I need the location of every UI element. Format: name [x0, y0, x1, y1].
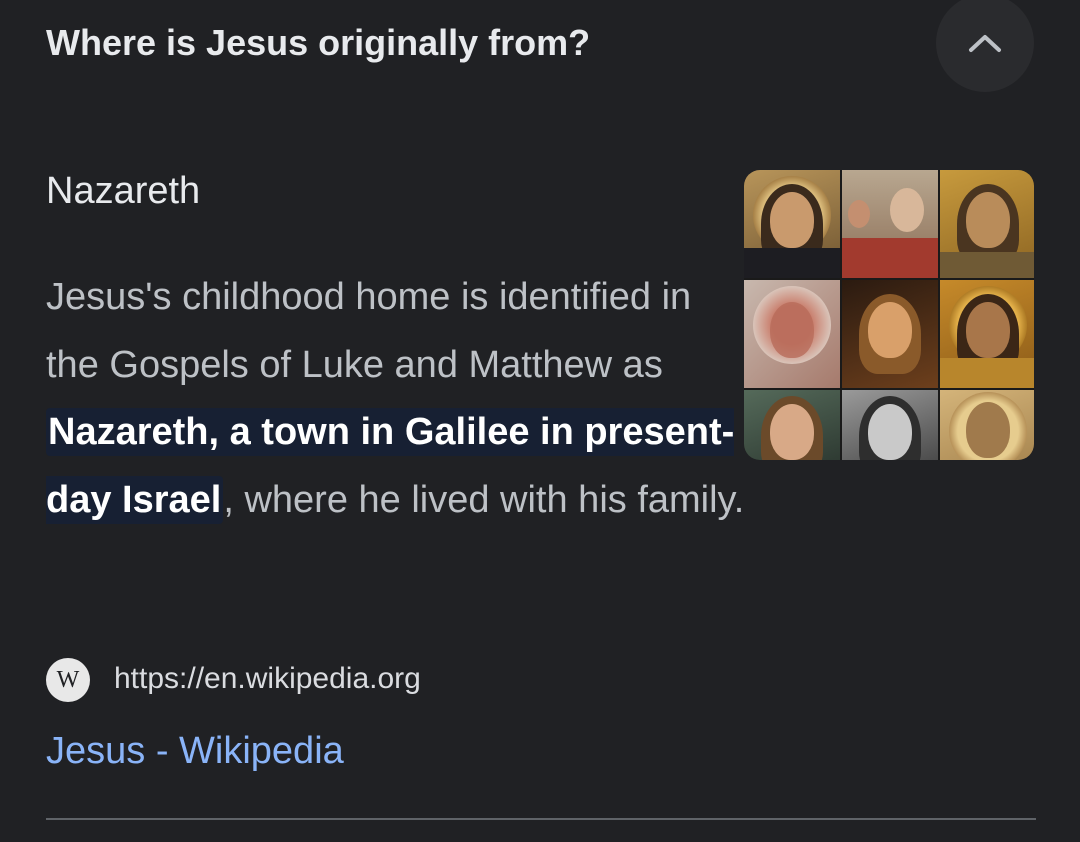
portrait-tile — [940, 170, 1034, 278]
snippet-text-before: Jesus's childhood home is identified in … — [46, 276, 692, 386]
collapse-button[interactable] — [936, 0, 1034, 92]
portrait-tile — [744, 170, 840, 278]
source-row[interactable]: W https://en.wikipedia.org — [46, 656, 746, 706]
portrait-tile — [744, 390, 840, 460]
portrait-tile — [842, 390, 938, 460]
portrait-tile — [744, 280, 840, 388]
source-url[interactable]: https://en.wikipedia.org — [114, 662, 421, 696]
portrait-tile — [940, 390, 1034, 460]
snippet-text-after: , where he lived with his family. — [223, 478, 745, 521]
question-text: Where is Jesus originally from? — [46, 22, 591, 63]
answer-image[interactable] — [744, 170, 1034, 460]
portrait-tile — [940, 280, 1034, 388]
answer-snippet: Jesus's childhood home is identified in … — [46, 264, 746, 534]
result-link[interactable]: Jesus - Wikipedia — [46, 730, 344, 773]
portrait-tile — [842, 280, 938, 388]
portrait-tile — [842, 170, 938, 278]
chevron-up-icon — [969, 35, 1001, 52]
question-header[interactable]: Where is Jesus originally from? — [46, 0, 1036, 96]
wikipedia-icon: W — [46, 658, 90, 702]
answer-title: Nazareth — [46, 170, 201, 212]
divider — [46, 818, 1036, 820]
